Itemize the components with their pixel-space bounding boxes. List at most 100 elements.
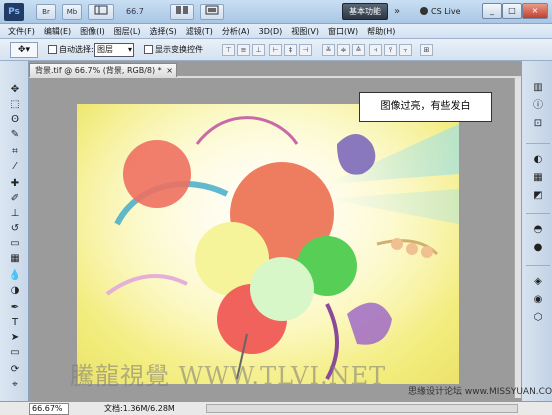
auto-select-dropdown[interactable]: 图层 <box>94 43 134 57</box>
menu-edit[interactable]: 编辑(E) <box>44 26 71 37</box>
distribute-right-icon[interactable]: ⫟ <box>399 44 412 56</box>
align-bottom-icon[interactable]: ⊥ <box>252 44 265 56</box>
align-hcenter-icon[interactable]: ‡ <box>284 44 297 56</box>
styles-panel-button[interactable]: ◩ <box>530 189 546 203</box>
shape-tool[interactable]: ▭ <box>7 346 23 360</box>
cs-live-button[interactable]: CS Live <box>420 4 472 20</box>
info-icon: ⓘ <box>533 100 543 111</box>
channels-panel-button[interactable]: ◉ <box>530 293 546 307</box>
menu-3d[interactable]: 3D(D) <box>259 27 283 36</box>
dodge-tool[interactable]: ◑ <box>7 284 23 298</box>
horizontal-scrollbar[interactable] <box>206 404 518 413</box>
navigator-icon: ⊡ <box>533 118 543 129</box>
menu-image[interactable]: 图像(I) <box>80 26 105 37</box>
menu-analysis[interactable]: 分析(A) <box>222 26 250 37</box>
pen-tool[interactable]: ✒ <box>7 301 23 315</box>
crop-icon: ⌗ <box>12 146 18 157</box>
tool-preset-picker[interactable]: ✥▾ <box>10 42 38 58</box>
artwork-circle-red-left <box>123 140 191 208</box>
panel-separator <box>526 143 550 144</box>
color-panel-button[interactable]: ◐ <box>530 153 546 167</box>
minimize-button[interactable]: _ <box>482 3 502 19</box>
zoom-level[interactable]: 66.7 <box>126 4 166 20</box>
document-size-info[interactable]: 文档:1.36M/6.28M <box>104 403 175 415</box>
move-icon: ✥ <box>10 84 20 95</box>
lasso-tool[interactable]: ʘ <box>7 113 23 127</box>
info-panel-button[interactable]: ⓘ <box>530 99 546 113</box>
masks-panel-button[interactable]: ● <box>530 241 546 255</box>
3d-camera-tool[interactable]: ⌖ <box>7 378 23 392</box>
distribute-left-icon[interactable]: ⫞ <box>369 44 382 56</box>
3d-rotate-tool[interactable]: ⟳ <box>7 363 23 377</box>
menu-view[interactable]: 视图(V) <box>291 26 319 37</box>
show-transform-checkbox[interactable] <box>144 45 153 54</box>
move-tool[interactable]: ✥ <box>7 83 23 97</box>
path-select-icon: ➤ <box>10 332 20 343</box>
stamp-tool[interactable]: ⊥ <box>7 207 23 221</box>
bridge-button[interactable]: Br <box>36 4 56 20</box>
eraser-icon: ▭ <box>10 238 20 249</box>
auto-align-icon[interactable]: ⊞ <box>420 44 433 56</box>
pen-icon: ✒ <box>10 302 20 313</box>
align-top-icon[interactable]: ⊤ <box>222 44 235 56</box>
menu-filter[interactable]: 滤镜(T) <box>186 26 213 37</box>
screen-mode-button[interactable] <box>200 4 224 20</box>
move-tool-icon: ✥▾ <box>17 45 31 55</box>
distribute-top-icon[interactable]: ≚ <box>322 44 335 56</box>
navigator-panel-button[interactable]: ⊡ <box>530 117 546 131</box>
styles-icon: ◩ <box>533 190 543 201</box>
eyedropper-tool[interactable]: ⁄ <box>7 160 23 174</box>
distribute-vcenter-icon[interactable]: ≑ <box>337 44 350 56</box>
shape-icon: ▭ <box>10 347 20 358</box>
status-zoom-field[interactable]: 66.67% <box>29 403 69 415</box>
menu-window[interactable]: 窗口(W) <box>328 26 358 37</box>
histogram-panel-button[interactable]: ▥ <box>530 81 546 95</box>
document-tab-title: 背景.tif @ 66.7% (背景, RGB/8) * <box>35 66 162 75</box>
adjustments-icon: ◓ <box>533 224 543 235</box>
menu-file[interactable]: 文件(F) <box>8 26 35 37</box>
brush-tool[interactable]: ✐ <box>7 192 23 206</box>
image-canvas[interactable] <box>77 104 459 384</box>
brush-icon: ✐ <box>10 193 20 204</box>
tab-close-icon[interactable]: × <box>166 64 173 77</box>
title-bar: Ps Br Mb 66.7 基本功能 » CS Live _ □ × <box>0 0 552 24</box>
align-right-icon[interactable]: ⊣ <box>299 44 312 56</box>
distribute-bottom-icon[interactable]: ≙ <box>352 44 365 56</box>
more-workspaces-icon[interactable]: » <box>394 4 408 20</box>
arrange-documents-button[interactable] <box>170 4 194 20</box>
swatches-panel-button[interactable]: ▦ <box>530 171 546 185</box>
healing-tool[interactable]: ✚ <box>7 177 23 191</box>
history-brush-tool[interactable]: ↺ <box>7 222 23 236</box>
gradient-tool[interactable]: ▦ <box>7 252 23 266</box>
paths-panel-button[interactable]: ⬡ <box>530 311 546 325</box>
close-button[interactable]: × <box>522 3 548 19</box>
blur-icon: 💧 <box>8 270 22 281</box>
path-select-tool[interactable]: ➤ <box>7 331 23 345</box>
menu-layer[interactable]: 图层(L) <box>114 26 141 37</box>
workspace-essentials-button[interactable]: 基本功能 <box>342 3 388 20</box>
menu-select[interactable]: 选择(S) <box>149 26 176 37</box>
layers-panel-button[interactable]: ◈ <box>530 275 546 289</box>
align-left-icon[interactable]: ⊢ <box>269 44 282 56</box>
mini-bridge-button[interactable]: Mb <box>62 4 82 20</box>
maximize-button[interactable]: □ <box>502 3 522 19</box>
blur-tool[interactable]: 💧 <box>7 269 23 283</box>
view-extras-icon <box>94 5 108 15</box>
type-tool[interactable]: T <box>7 316 23 330</box>
view-extras-button[interactable] <box>88 4 114 20</box>
adjustments-panel-button[interactable]: ◓ <box>530 223 546 237</box>
distribute-hcenter-icon[interactable]: ⫯ <box>384 44 397 56</box>
eraser-tool[interactable]: ▭ <box>7 237 23 251</box>
type-icon: T <box>11 317 19 328</box>
marquee-icon: ⬚ <box>10 99 20 110</box>
color-icon: ◐ <box>533 154 543 165</box>
vertical-scrollbar[interactable] <box>514 78 521 398</box>
auto-select-checkbox[interactable] <box>48 45 57 54</box>
menu-help[interactable]: 帮助(H) <box>367 26 395 37</box>
crop-tool[interactable]: ⌗ <box>7 145 23 159</box>
panel-dock: ▥ ⓘ ⊡ ◐ ▦ ◩ ◓ ● ◈ ◉ ⬡ <box>521 61 552 401</box>
document-tab[interactable]: 背景.tif @ 66.7% (背景, RGB/8) * × <box>29 63 177 77</box>
quick-select-tool[interactable]: ✎ <box>7 128 23 142</box>
align-vcenter-icon[interactable]: ≡ <box>237 44 250 56</box>
marquee-tool[interactable]: ⬚ <box>7 98 23 112</box>
